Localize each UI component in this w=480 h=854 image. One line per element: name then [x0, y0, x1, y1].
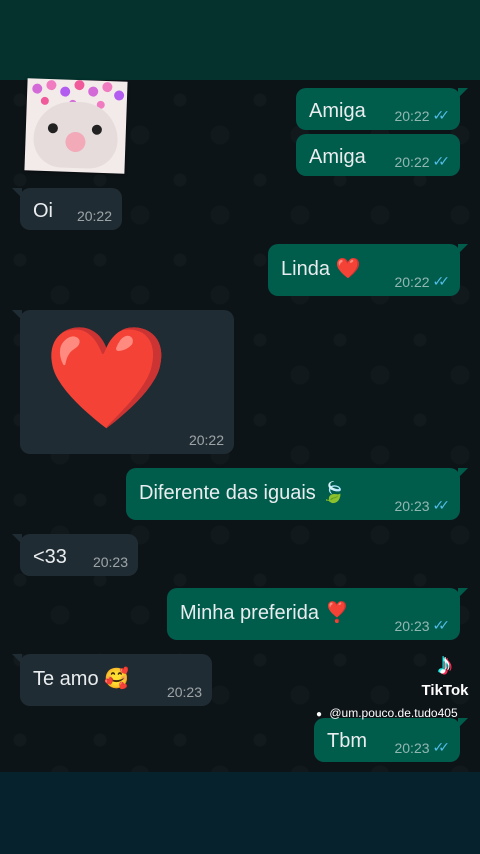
- message-meta: 20:22 ✓✓: [394, 273, 450, 290]
- bottom-bar: [0, 772, 480, 854]
- message-text-label: Minha preferida: [180, 602, 319, 624]
- message-text: Amiga: [309, 146, 366, 168]
- message-time: 20:23: [394, 497, 430, 514]
- message-text: Te amo 🥰: [33, 666, 129, 691]
- read-ticks-icon: ✓✓: [432, 497, 451, 513]
- message-text: Amiga: [309, 100, 366, 122]
- message-meta: 20:23: [167, 684, 202, 700]
- message-time: 20:23: [394, 739, 430, 756]
- message-time: 20:22: [394, 107, 430, 124]
- message-outgoing[interactable]: Diferente das iguais 🍃 20:23 ✓✓: [126, 468, 468, 520]
- cat-sticker[interactable]: [24, 78, 128, 174]
- smiling-hearts-emoji-icon: 🥰: [104, 668, 130, 690]
- message-text: Tbm: [327, 730, 367, 752]
- message-time: 20:22: [394, 273, 430, 290]
- message-outgoing[interactable]: Minha preferida ❣️ 20:23 ✓✓: [167, 588, 468, 640]
- read-ticks-icon: ✓✓: [432, 617, 451, 633]
- top-bar: [0, 0, 480, 80]
- message-text: <33: [33, 546, 67, 568]
- message-incoming[interactable]: Te amo 🥰 20:23: [12, 654, 212, 706]
- message-meta: 20:22 ✓✓: [394, 153, 450, 170]
- message-incoming[interactable]: Oi 20:22: [12, 188, 122, 230]
- large-heart-emoji-icon: ❤️: [44, 322, 169, 434]
- message-meta: 20:23 ✓✓: [394, 497, 450, 514]
- tiktok-logo-icon: ♪: [437, 648, 453, 681]
- message-meta: 20:23: [93, 554, 128, 570]
- read-ticks-icon: ✓✓: [432, 273, 451, 289]
- creator-handle: ● @um.pouco.de.tudo405: [316, 706, 458, 720]
- read-ticks-icon: ✓✓: [432, 739, 451, 755]
- message-text: Linda ❤️: [281, 256, 360, 281]
- message-time: 20:23: [394, 617, 430, 634]
- message-text-label: Diferente das iguais: [139, 482, 316, 504]
- message-meta: 20:22: [189, 432, 224, 448]
- user-icon: ●: [316, 709, 323, 720]
- message-incoming[interactable]: <33 20:23: [12, 534, 138, 576]
- read-ticks-icon: ✓✓: [432, 153, 451, 169]
- message-outgoing[interactable]: Amiga 20:22 ✓✓: [296, 88, 468, 130]
- creator-handle-text: @um.pouco.de.tudo405: [329, 706, 458, 720]
- message-time: 20:22: [394, 153, 430, 170]
- message-outgoing[interactable]: Tbm 20:23 ✓✓: [314, 718, 468, 762]
- message-time: 20:23: [92, 554, 128, 570]
- heart-emoji-icon: ❤️: [335, 258, 361, 280]
- message-time: 20:22: [188, 432, 224, 448]
- message-meta: 20:22 ✓✓: [394, 107, 450, 124]
- message-meta: 20:23 ✓✓: [394, 617, 450, 634]
- message-text-label: Te amo: [33, 668, 99, 690]
- message-meta: 20:22: [77, 208, 112, 224]
- leaf-emoji-icon: 🍃: [321, 482, 347, 504]
- message-outgoing[interactable]: Linda ❤️ 20:22 ✓✓: [268, 244, 468, 296]
- read-ticks-icon: ✓✓: [432, 107, 451, 123]
- message-time: 20:23: [166, 684, 202, 700]
- message-text: Diferente das iguais 🍃: [139, 480, 346, 505]
- message-text: Oi: [33, 200, 53, 222]
- message-meta: 20:23 ✓✓: [394, 739, 450, 756]
- heart-exclamation-emoji-icon: ❣️: [324, 602, 350, 624]
- message-text-label: Linda: [281, 258, 330, 280]
- message-text: Minha preferida ❣️: [180, 600, 349, 625]
- tiktok-logo-text: TikTok: [421, 682, 469, 699]
- message-outgoing[interactable]: Amiga 20:22 ✓✓: [296, 134, 460, 176]
- message-time: 20:22: [76, 208, 112, 224]
- tiktok-watermark: ♪ TikTok: [420, 648, 470, 700]
